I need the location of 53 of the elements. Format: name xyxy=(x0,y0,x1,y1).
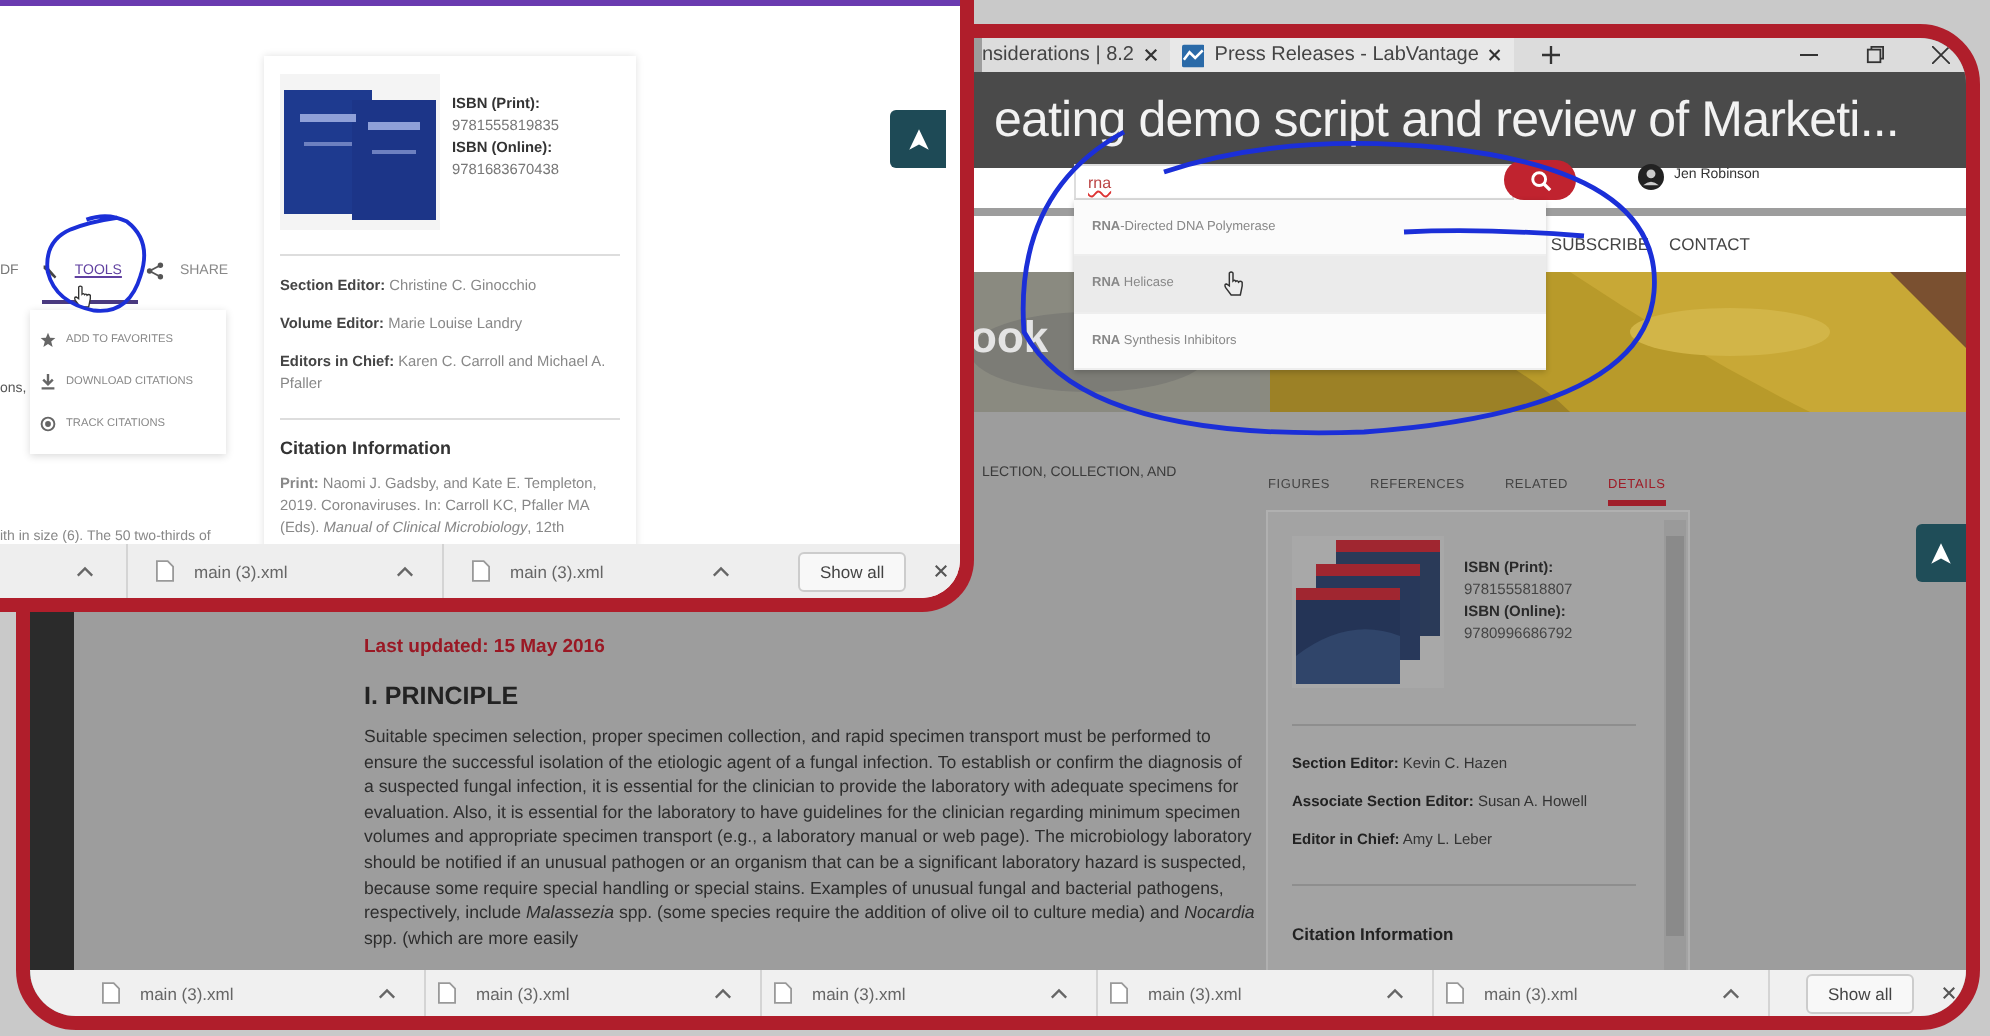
logo-badge[interactable] xyxy=(1916,524,1966,582)
download-item[interactable]: main (3).xml xyxy=(1148,983,1242,1003)
caret-icon[interactable] xyxy=(1386,987,1404,999)
download-item[interactable]: main (3).xml xyxy=(1484,983,1578,1003)
caret-icon[interactable] xyxy=(76,565,94,577)
user-icon[interactable] xyxy=(1638,164,1664,190)
caret-icon[interactable] xyxy=(1050,987,1068,999)
browser-tab[interactable]: nsiderations | 8.2 xyxy=(982,38,1170,72)
logo-badge[interactable] xyxy=(890,110,946,168)
file-icon xyxy=(774,982,792,1004)
restore-icon[interactable] xyxy=(1866,46,1884,64)
share-icon[interactable] xyxy=(145,262,164,280)
last-updated: Last updated: 15 May 2016 xyxy=(364,636,605,658)
wrench-icon[interactable] xyxy=(42,263,59,279)
nav-link[interactable]: CONTACT xyxy=(1669,234,1750,254)
close-icon[interactable] xyxy=(1488,48,1502,62)
caret-icon[interactable] xyxy=(714,987,732,999)
file-icon xyxy=(472,560,490,582)
download-icon xyxy=(40,373,56,390)
caret-icon[interactable] xyxy=(712,565,730,577)
scrollbar[interactable] xyxy=(1664,520,1686,976)
file-icon xyxy=(102,982,120,1004)
download-item[interactable]: main (3).xml xyxy=(510,561,604,581)
browser-tab[interactable]: Press Releases - LabVantage xyxy=(1170,38,1514,72)
hand-cursor-icon xyxy=(1222,270,1244,298)
download-item[interactable]: main (3).xml xyxy=(140,983,234,1003)
video-title: eating demo script and review of Marketi... xyxy=(994,91,1899,149)
close-icon[interactable] xyxy=(1942,986,1957,1000)
close-icon[interactable] xyxy=(1144,48,1158,62)
file-icon xyxy=(156,560,174,582)
caret-icon[interactable] xyxy=(1722,987,1740,999)
wave-icon xyxy=(1182,43,1205,67)
new-tab-icon[interactable] xyxy=(1542,46,1560,64)
article-paragraph: Suitable specimen selection, proper specimen collection, and rapid specimen transport must be performed to ensure the successful isolation of the etiologic agent of a fungal infection. To establish or confirm the diagnosis of a suspected fungal infection, it is essential for the clinician to provide the laboratory with adequate specimens for evaluation. Also, it is essential for the laboratory to have guidelines for the clinician regarding minimum specimen volumes and appropriate specimen transport (e.g., a laboratory manual or web page). The microbiology laboratory should be notified if an unusual pathogen or an organism that can be a significant laboratory hazard is suspected, because some require special handling or special stains. Examples of unusual fungal and bacterial pathogens, respectively, include Malassezia spp. (some species require the addition of olive oil to culture media) and Nocardia spp. (which are more easily xyxy=(364,724,1256,951)
close-icon[interactable] xyxy=(1932,46,1950,64)
citation-heading: Citation Information xyxy=(280,438,453,458)
show-all-button[interactable]: Show all xyxy=(1806,973,1915,1013)
star-icon xyxy=(40,331,56,348)
target-icon xyxy=(40,416,56,433)
hand-cursor-icon xyxy=(72,284,92,310)
search-icon xyxy=(1529,169,1551,191)
caret-icon[interactable] xyxy=(378,987,396,999)
file-icon xyxy=(438,982,456,1004)
close-icon[interactable] xyxy=(934,564,949,578)
download-item[interactable]: main (3).xml xyxy=(812,983,906,1003)
section-heading: I. PRINCIPLE xyxy=(364,682,519,710)
file-icon xyxy=(1446,982,1464,1004)
show-all-button[interactable]: Show all xyxy=(798,551,907,591)
download-item[interactable]: main (3).xml xyxy=(476,983,570,1003)
citation-heading: Citation Information xyxy=(1292,924,1454,944)
file-icon xyxy=(1110,982,1128,1004)
download-item[interactable]: main (3).xml xyxy=(194,561,288,581)
caret-icon[interactable] xyxy=(396,565,414,577)
